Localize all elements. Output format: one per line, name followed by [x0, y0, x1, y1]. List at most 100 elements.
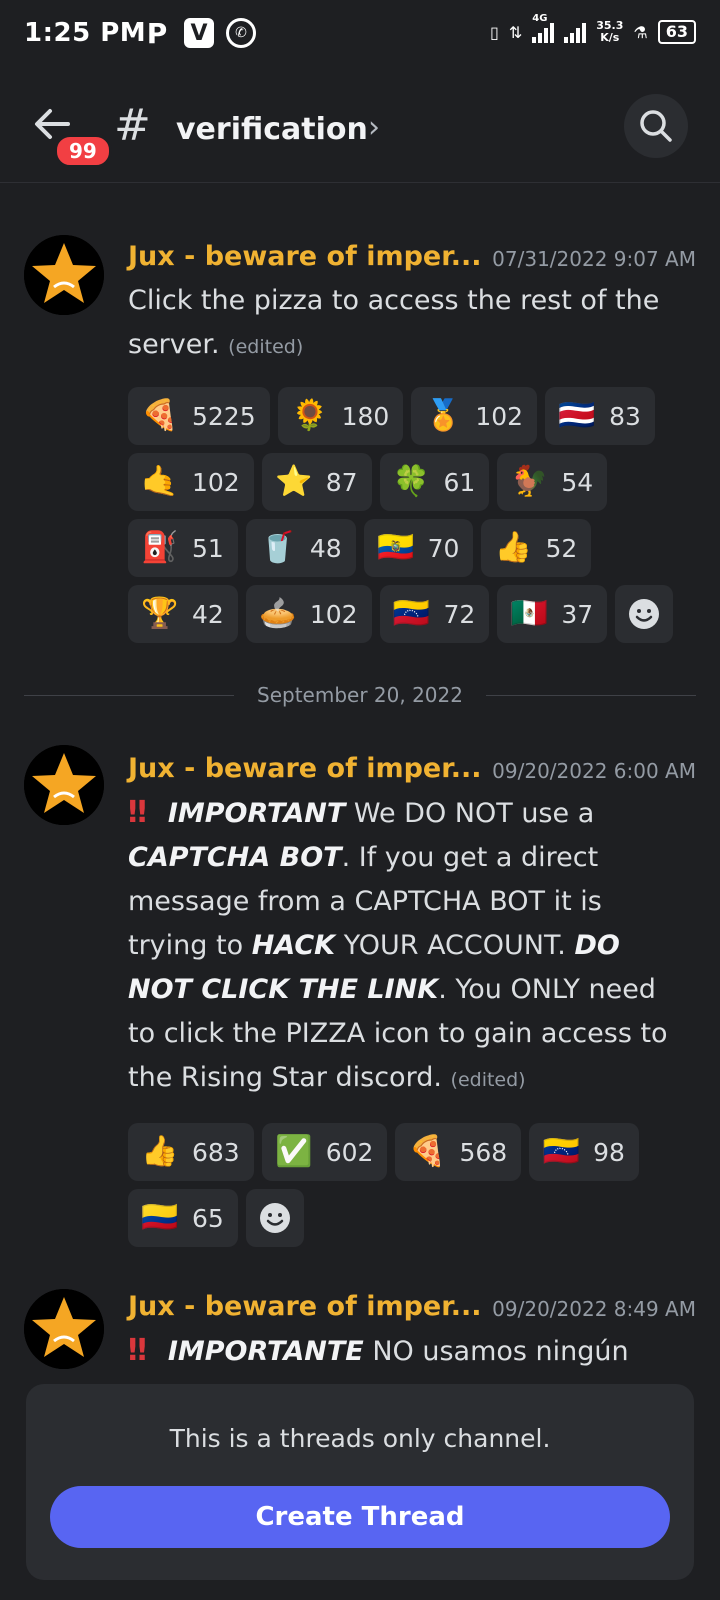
- add-reaction-button[interactable]: [245, 1189, 304, 1247]
- venezuela-flag-icon: 🇻🇪: [542, 1134, 580, 1169]
- edited-label: (edited): [450, 1069, 526, 1091]
- reaction[interactable]: 🇻🇪 72: [379, 585, 490, 643]
- threads-only-notice: This is a threads only channel. Create T…: [26, 1384, 694, 1580]
- reaction[interactable]: ⭐ 87: [261, 453, 372, 511]
- reaction-count: 98: [593, 1137, 625, 1167]
- avatar[interactable]: [24, 1289, 104, 1369]
- reaction-count: 52: [545, 533, 578, 563]
- captcha-bot-text: CAPTCHA BOT: [128, 842, 342, 873]
- add-reaction-button[interactable]: [615, 585, 674, 643]
- reaction[interactable]: 🇨🇴 65: [128, 1189, 238, 1247]
- medal-emoji-icon: 🏅: [424, 398, 463, 433]
- channel-hash-icon: #: [114, 100, 151, 151]
- reaction[interactable]: 🍕 5225: [128, 387, 270, 445]
- reaction[interactable]: 🏅 102: [411, 387, 538, 445]
- reaction-count: 5225: [192, 401, 256, 431]
- status-time: 1:25 PM: [24, 18, 147, 48]
- reaction-count: 87: [325, 467, 358, 497]
- paytm-icon: P: [146, 16, 168, 50]
- double-exclamation-icon: ‼: [128, 795, 147, 830]
- reaction[interactable]: 🥤 48: [245, 519, 356, 577]
- reaction-count: 51: [192, 533, 224, 563]
- reaction[interactable]: 👍 683: [128, 1123, 254, 1181]
- mexico-flag-icon: 🇲🇽: [510, 596, 549, 631]
- message-text: Click the pizza to access the rest of th…: [128, 285, 660, 360]
- create-thread-button[interactable]: Create Thread: [50, 1486, 670, 1548]
- reaction[interactable]: 👍 52: [481, 519, 592, 577]
- sunflower-emoji-icon: 🌻: [290, 398, 329, 433]
- message-list[interactable]: Jux - beware of imper... 07/31/2022 9:07…: [0, 183, 720, 1383]
- reaction-count: 602: [325, 1137, 374, 1167]
- venmo-icon: V: [184, 18, 214, 48]
- reaction[interactable]: 🏆 42: [128, 585, 238, 643]
- message-author[interactable]: Jux - beware of imper...: [128, 753, 481, 784]
- check-mark-emoji-icon: ✅: [275, 1134, 313, 1169]
- pie-emoji-icon: 🥧: [259, 596, 297, 631]
- flask-icon: ⚗: [633, 22, 648, 42]
- fuel-emoji-icon: ⛽: [141, 530, 179, 565]
- star-avatar-icon: [24, 1289, 104, 1369]
- chevron-right-icon[interactable]: ›: [368, 110, 380, 145]
- reaction[interactable]: 🍕 568: [395, 1123, 522, 1181]
- reaction[interactable]: 🇲🇽 37: [497, 585, 608, 643]
- whatsapp-icon: ✆: [226, 18, 256, 48]
- status-bar: 1:25 PM P V ✆ ▯ ⇅ 4G 35.3 K/s ⚗ 63: [0, 0, 720, 72]
- message-content: ‼ IMPORTANTE NO usamos ningún: [128, 1329, 688, 1374]
- reaction-count: 102: [309, 599, 358, 629]
- star-avatar-icon: [24, 745, 104, 825]
- smiley-icon: [629, 599, 660, 629]
- reaction-bar: 👍 683 ✅ 602 🍕 568 🇻🇪 98 🇨🇴 65: [128, 1123, 688, 1247]
- reaction[interactable]: 🍀 61: [379, 453, 490, 511]
- search-icon: [640, 110, 672, 142]
- edited-label: (edited): [228, 336, 304, 358]
- pizza-emoji-icon: 🍕: [141, 398, 179, 433]
- reaction-count: 72: [443, 599, 476, 629]
- clover-emoji-icon: 🍀: [392, 464, 431, 499]
- avatar[interactable]: [24, 235, 104, 315]
- reaction-count: 568: [459, 1137, 508, 1167]
- star-avatar-icon: [24, 235, 104, 315]
- status-indicators: ▯ ⇅ 4G 35.3 K/s ⚗ 63: [490, 13, 696, 44]
- costa-rica-flag-icon: 🇨🇷: [558, 398, 596, 433]
- reaction-count: 683: [192, 1137, 240, 1167]
- smiley-icon: [259, 1203, 290, 1233]
- data-transfer-icon: ⇅: [508, 22, 523, 42]
- unread-badge: 99: [54, 134, 112, 168]
- reaction-bar: 🍕 5225 🌻 180 🏅 102 🇨🇷 83 🤙 102 ⭐ 87 🍀 61 🐓 54 ⛽ 5…: [128, 387, 688, 643]
- threads-only-text: This is a threads only channel.: [169, 1424, 551, 1453]
- star-emoji-icon: ⭐: [275, 464, 313, 499]
- vibrate-icon: ▯: [490, 22, 499, 42]
- reaction-count: 65: [192, 1203, 224, 1233]
- reaction[interactable]: 🌻 180: [277, 387, 404, 445]
- network-speed: 35.3 K/s: [596, 20, 623, 44]
- message-timestamp: 07/31/2022 9:07 AM: [492, 247, 696, 271]
- network-type: 4G: [532, 13, 548, 24]
- colombia-flag-icon: 🇨🇴: [141, 1200, 179, 1235]
- thumbs-up-emoji-icon: 👍: [494, 530, 533, 565]
- reaction-count: 42: [192, 599, 224, 629]
- reaction[interactable]: 🇨🇷 83: [545, 387, 655, 445]
- signal-icon-2: [564, 21, 587, 43]
- reaction[interactable]: 🇻🇪 98: [529, 1123, 639, 1181]
- reaction[interactable]: 🐓 54: [497, 453, 608, 511]
- reaction[interactable]: ✅ 602: [261, 1123, 388, 1181]
- reaction-count: 102: [475, 401, 524, 431]
- network-speed-unit: K/s: [600, 31, 620, 44]
- message-text-part: YOUR ACCOUNT.: [335, 930, 575, 961]
- reaction[interactable]: 🥧 102: [245, 585, 372, 643]
- reaction[interactable]: ⛽ 51: [128, 519, 238, 577]
- reaction-count: 180: [341, 401, 390, 431]
- channel-name[interactable]: verification: [176, 112, 368, 147]
- search-button[interactable]: [624, 94, 688, 158]
- message-content: ‼ IMPORTANT We DO NOT use a CAPTCHA BOT. …: [128, 791, 688, 1102]
- reaction-count: 37: [561, 599, 594, 629]
- avatar[interactable]: [24, 745, 104, 825]
- reaction-count: 70: [427, 533, 460, 563]
- message-author[interactable]: Jux - beware of imper...: [128, 1291, 481, 1322]
- date-divider: September 20, 2022: [24, 681, 696, 711]
- reaction[interactable]: 🤙 102: [128, 453, 254, 511]
- pizza-emoji-icon: 🍕: [408, 1134, 447, 1169]
- signal-icon: 4G: [532, 13, 555, 43]
- message-author[interactable]: Jux - beware of imper...: [128, 241, 481, 272]
- reaction[interactable]: 🇪🇨 70: [363, 519, 474, 577]
